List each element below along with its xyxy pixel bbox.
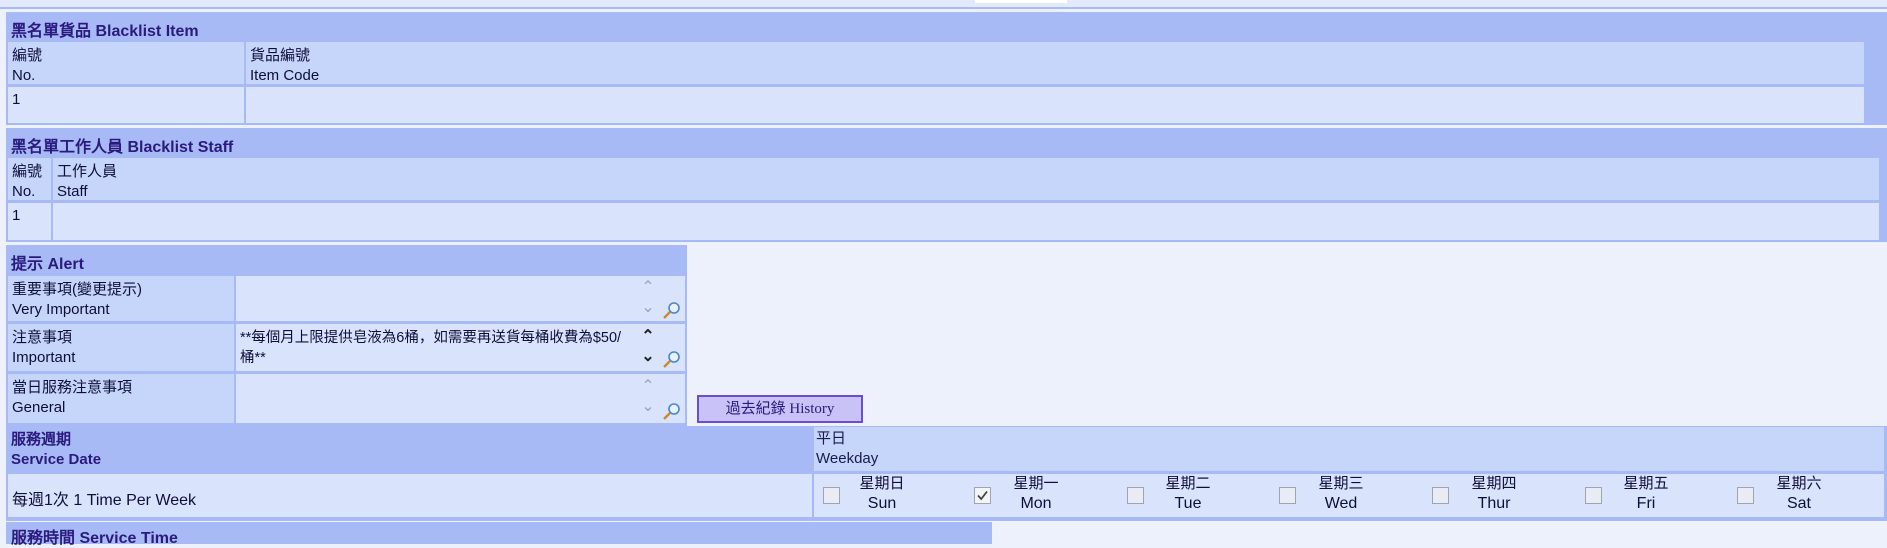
- checkbox-sun[interactable]: [823, 487, 840, 504]
- scroll-up-icon[interactable]: ⌃: [638, 327, 658, 347]
- alert-general-scrollbar[interactable]: ⌃ ⌄: [638, 377, 658, 417]
- blacklist-item-row-no-value: 1: [12, 91, 21, 108]
- day-sun-label: 星期日 Sun: [859, 475, 905, 512]
- service-time-title-bar: 服務時間 Service Time: [6, 522, 992, 547]
- top-tab-remnant: [975, 0, 1067, 3]
- blacklist-item-col-code: 貨品編號 Item Code: [246, 42, 1864, 84]
- blacklist-item-title-bar: 黑名單貨品 Blacklist Item: [6, 12, 1887, 42]
- scroll-up-icon[interactable]: ⌃: [638, 278, 658, 298]
- alert-important-field[interactable]: **每個月上限提供皂液為6桶，如需要再送貨每桶收費為$50/桶** ⌃ ⌄: [236, 324, 685, 371]
- service-date-title-zh: 服務週期: [11, 431, 72, 448]
- blacklist-staff-row-no: 1: [8, 203, 51, 240]
- weekday-checkbox-row: 星期日 Sun 星期一 Mon 星期二 Tue 星期三 Wed 星期四 Thur 星期五 F…: [814, 474, 1884, 517]
- checkmark-icon: [977, 490, 988, 501]
- top-border: [0, 0, 1887, 9]
- blacklist-item-title: 黑名單貨品 Blacklist Item: [11, 23, 199, 40]
- alert-important-zh: 注意事項: [12, 329, 73, 346]
- checkbox-mon[interactable]: [974, 487, 991, 504]
- blacklist-staff-col-staff: 工作人員 Staff: [53, 158, 1879, 200]
- blacklist-staff-col-no-zh: 編號: [12, 163, 43, 180]
- blacklist-staff-col-no-en: No.: [12, 183, 36, 200]
- service-frequency-cell: 每週1次 1 Time Per Week: [8, 474, 812, 517]
- blacklist-staff-row-no-value: 1: [12, 207, 21, 224]
- day-thur-label: 星期四 Thur: [1471, 475, 1517, 512]
- magnifier-icon[interactable]: [662, 401, 682, 421]
- alert-important-scrollbar[interactable]: ⌃ ⌄: [638, 327, 658, 367]
- checkbox-thur[interactable]: [1432, 487, 1449, 504]
- service-date-title: 服務週期 Service Date: [6, 426, 814, 472]
- checkbox-tue[interactable]: [1127, 487, 1144, 504]
- alert-very-important-field[interactable]: ⌃ ⌄: [236, 276, 685, 321]
- weekday-header-zh: 平日: [816, 430, 847, 447]
- alert-title: 提示 Alert: [11, 256, 84, 273]
- blacklist-staff-col-staff-zh: 工作人員: [57, 163, 118, 180]
- service-date-title-en: Service Date: [11, 451, 102, 468]
- blacklist-item-col-no-zh: 編號: [12, 47, 43, 64]
- checkbox-wed[interactable]: [1279, 487, 1296, 504]
- scroll-down-icon[interactable]: ⌄: [638, 347, 658, 367]
- alert-general-label: 當日服務注意事項 General: [8, 374, 234, 423]
- blacklist-item-col-no-en: No.: [12, 67, 36, 84]
- blacklist-staff-row-staff: [53, 203, 1879, 240]
- blacklist-item-col-code-zh: 貨品編號: [250, 47, 311, 64]
- alert-general-field[interactable]: ⌃ ⌄: [236, 374, 685, 423]
- day-mon-label: 星期一 Mon: [1013, 475, 1059, 512]
- weekday-header-en: Weekday: [816, 450, 879, 467]
- alert-important-en: Important: [12, 349, 76, 366]
- blacklist-staff-title-bar: 黑名單工作人員 Blacklist Staff: [6, 128, 1887, 158]
- checkbox-fri[interactable]: [1585, 487, 1602, 504]
- alert-general-zh: 當日服務注意事項: [12, 379, 133, 396]
- scroll-down-icon[interactable]: ⌄: [638, 397, 658, 417]
- alert-very-important-en: Very Important: [12, 301, 110, 318]
- alert-very-important-zh: 重要事項(變更提示): [12, 281, 142, 298]
- service-frequency: 每週1次 1 Time Per Week: [12, 492, 197, 509]
- blacklist-item-col-code-en: Item Code: [250, 67, 320, 84]
- blacklist-staff-col-staff-en: Staff: [57, 183, 88, 200]
- service-time-title: 服務時間 Service Time: [11, 530, 178, 547]
- history-button[interactable]: 過去紀錄 History: [697, 395, 863, 423]
- blacklist-item-row-no: 1: [8, 87, 244, 123]
- alert-general-en: General: [12, 399, 66, 416]
- day-tue-label: 星期二 Tue: [1165, 475, 1211, 512]
- alert-important-value: **每個月上限提供皂液為6桶，如需要再送貨每桶收費為$50/桶**: [240, 330, 622, 366]
- alert-very-important-label: 重要事項(變更提示) Very Important: [8, 276, 234, 321]
- day-sat-label: 星期六 Sat: [1776, 475, 1822, 512]
- day-wed-label: 星期三 Wed: [1318, 475, 1364, 512]
- magnifier-icon[interactable]: [662, 300, 682, 320]
- alert-important-label: 注意事項 Important: [8, 324, 234, 371]
- scroll-down-icon[interactable]: ⌄: [638, 298, 658, 318]
- day-fri-label: 星期五 Fri: [1623, 475, 1669, 512]
- blacklist-staff-title: 黑名單工作人員 Blacklist Staff: [11, 139, 234, 156]
- scroll-up-icon[interactable]: ⌃: [638, 377, 658, 397]
- blacklist-staff-col-no: 編號 No.: [8, 158, 51, 200]
- blacklist-item-col-no: 編號 No.: [8, 42, 244, 84]
- history-button-label: 過去紀錄 History: [725, 401, 835, 417]
- magnifier-icon[interactable]: [662, 349, 682, 369]
- checkbox-sat[interactable]: [1737, 487, 1754, 504]
- alert-title-bar: 提示 Alert: [6, 245, 687, 275]
- alert-very-important-scrollbar[interactable]: ⌃ ⌄: [638, 278, 658, 318]
- blacklist-item-row-code: [246, 87, 1864, 123]
- service-date-weekday-header: 平日 Weekday: [814, 427, 1884, 471]
